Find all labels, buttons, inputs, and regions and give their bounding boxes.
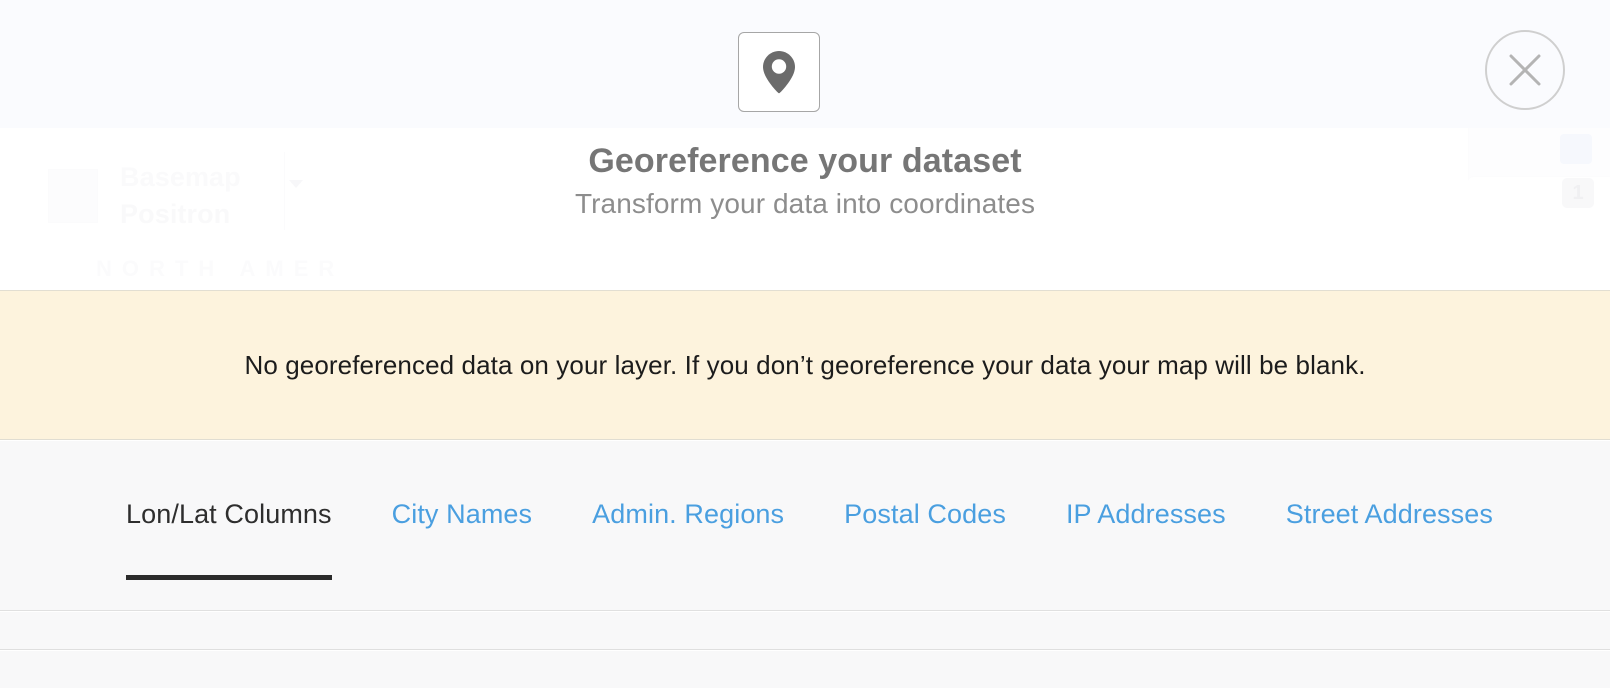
warning-message: No georeferenced data on your layer. If …	[244, 349, 1366, 380]
tab-label: Postal Codes	[844, 499, 1006, 529]
georeference-tabbar: Lon/Lat Columns City Names Admin. Region…	[0, 441, 1610, 611]
tab-content-strip	[0, 612, 1610, 650]
chevron-down-icon	[288, 180, 303, 188]
close-icon	[1509, 54, 1541, 86]
warning-banner: No georeferenced data on your layer. If …	[0, 290, 1610, 440]
backdrop-continent-label: NORTH AMER	[96, 256, 345, 281]
tab-admin-regions[interactable]: Admin. Regions	[592, 499, 784, 580]
backdrop-divider	[284, 152, 285, 230]
tab-label: Lon/Lat Columns	[126, 499, 332, 529]
georeference-modal: Basemap Positron NORTH AMER 1 Georeferen…	[0, 0, 1610, 688]
backdrop-panel-tile	[1560, 134, 1592, 164]
map-pin-icon	[738, 32, 820, 112]
tab-city-names[interactable]: City Names	[392, 499, 533, 580]
tab-street-addresses[interactable]: Street Addresses	[1286, 499, 1493, 580]
backdrop-layer-badge: 1	[1562, 178, 1594, 208]
backdrop-right-panel: 1	[1468, 128, 1610, 290]
backdrop-app-layer: Basemap Positron NORTH AMER 1	[0, 128, 1610, 290]
basemap-thumbnail-icon	[48, 169, 98, 223]
tab-label: Admin. Regions	[592, 499, 785, 529]
tab-label: Street Addresses	[1285, 499, 1493, 529]
tab-ip-addresses[interactable]: IP Addresses	[1066, 499, 1226, 580]
backdrop-basemap-label: Basemap	[120, 162, 241, 192]
tab-label: City Names	[391, 499, 533, 529]
tab-postal-codes[interactable]: Postal Codes	[844, 499, 1006, 580]
tab-label: IP Addresses	[1065, 499, 1226, 529]
tabs-row: Lon/Lat Columns City Names Admin. Region…	[126, 499, 1493, 580]
tab-lon-lat-columns[interactable]: Lon/Lat Columns	[126, 499, 332, 580]
close-button[interactable]	[1485, 30, 1565, 110]
backdrop-basemap-row: Basemap Positron	[48, 162, 303, 230]
active-tab-indicator	[126, 575, 332, 580]
modal-body-area	[0, 651, 1610, 688]
backdrop-basemap-value: Positron	[120, 199, 231, 229]
modal-topbar	[0, 0, 1610, 128]
backdrop-basemap-labels: Basemap Positron	[120, 162, 241, 230]
